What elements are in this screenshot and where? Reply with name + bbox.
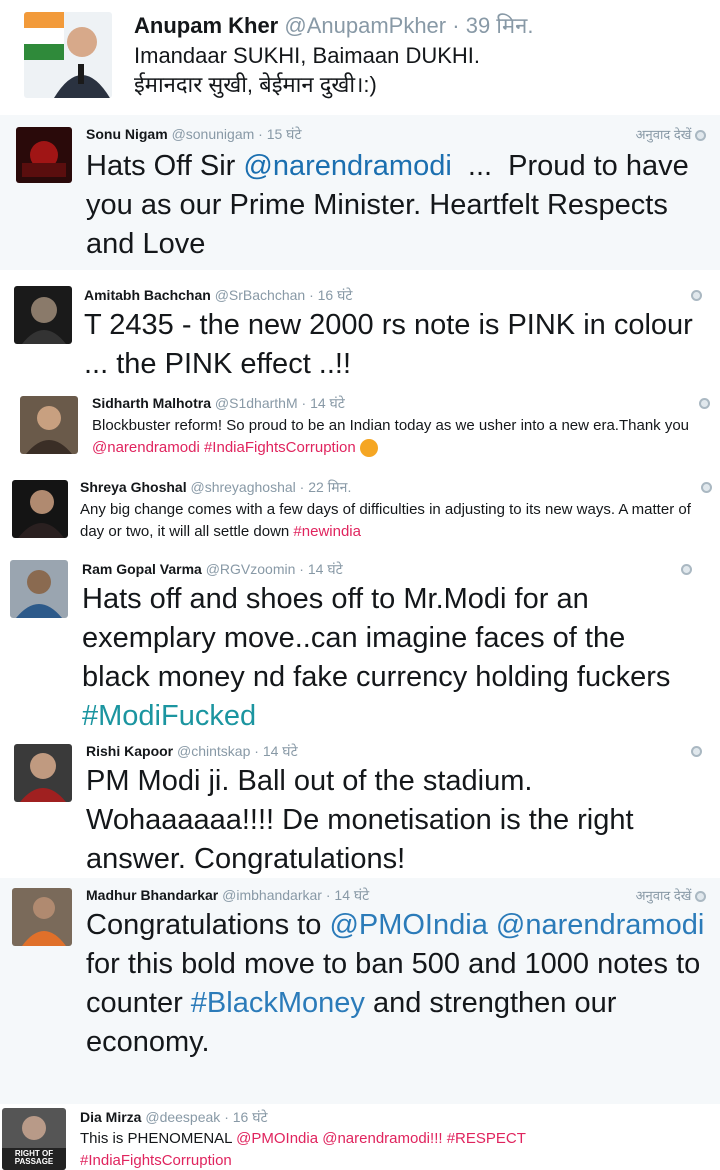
tweet-text-line: Imandaar SUKHI, Baimaan DUKHI. — [134, 43, 481, 68]
mention-link[interactable]: @narendramodi — [322, 1130, 430, 1147]
tweet-time[interactable]: 14 घंटे — [334, 887, 369, 903]
hashtag-link[interactable]: #ModiFucked — [82, 700, 256, 732]
author-name[interactable]: Amitabh Bachchan — [84, 287, 211, 303]
author-name[interactable]: Dia Mirza — [80, 1109, 141, 1125]
avatar[interactable] — [10, 560, 68, 618]
translate-link[interactable]: अनुवाद देखें — [636, 886, 706, 904]
author-handle[interactable]: @deespeak — [145, 1109, 220, 1125]
avatar-image — [12, 888, 72, 946]
tweet-anupam-kher[interactable]: Anupam Kher @AnupamPkher · 39 मिन. Imand… — [0, 0, 720, 112]
tweet-time[interactable]: 16 घंटे — [318, 287, 353, 303]
author-handle[interactable]: @shreyaghoshal — [190, 479, 295, 495]
mention-link[interactable]: @PMOIndia — [329, 909, 487, 941]
tweet-text: Any big change comes with a few days of … — [80, 501, 696, 540]
tweet-text: Congratulations to — [86, 909, 330, 941]
tweet-amitabh-bachchan[interactable]: Amitabh Bachchan @SrBachchan · 16 घंटे T… — [0, 276, 720, 384]
tweet-text: Hats off and shoes off to Mr.Modi for an… — [82, 583, 679, 693]
avatar-image — [24, 12, 112, 98]
author-name[interactable]: Shreya Ghoshal — [80, 479, 187, 495]
tweet-sonu-nigam[interactable]: Sonu Nigam @sonunigam · 15 घंटे अनुवाद द… — [0, 115, 720, 270]
tweet-text-line: ईमानदार सुखी, बेईमान दुखी।:) — [134, 71, 377, 97]
mention-link[interactable]: @narendramodi — [496, 909, 704, 941]
tweet-time[interactable]: 22 मिन. — [308, 479, 351, 495]
globe-icon[interactable] — [681, 564, 692, 575]
tweet-rishi-kapoor[interactable]: Rishi Kapoor @chintskap · 14 घंटे PM Mod… — [0, 738, 720, 876]
hashtag-link[interactable]: #RESPECT — [447, 1130, 526, 1147]
avatar-image — [20, 396, 78, 454]
author-name[interactable]: Sidharth Malhotra — [92, 395, 211, 411]
globe-icon[interactable] — [701, 482, 712, 493]
tweet-text: Hats Off Sir — [86, 150, 244, 182]
tweet-text: This is PHENOMENAL — [80, 1130, 237, 1147]
avatar-caption: RIGHT OF PASSAGE — [14, 1149, 54, 1166]
author-handle[interactable]: @RGVzoomin — [206, 561, 296, 577]
globe-icon[interactable] — [691, 746, 702, 757]
tweet-dia-mirza[interactable]: RIGHT OF PASSAGE Dia Mirza @deespeak · 1… — [0, 1104, 720, 1170]
author-name[interactable]: Ram Gopal Varma — [82, 561, 202, 577]
author-handle[interactable]: @imbhandarkar — [222, 887, 322, 903]
author-handle[interactable]: @chintskap — [177, 743, 250, 759]
globe-icon — [695, 891, 706, 903]
avatar[interactable] — [14, 744, 72, 802]
tweet-time[interactable]: 14 घंटे — [263, 743, 298, 759]
avatar[interactable] — [12, 480, 68, 538]
flexed-biceps-icon — [359, 438, 378, 457]
tweet-text: PM Modi ji. Ball out of the stadium. Woh… — [86, 765, 634, 876]
mention-link[interactable]: @narendramodi — [92, 439, 200, 456]
globe-icon — [695, 130, 706, 142]
mention-link[interactable]: @narendramodi — [243, 150, 451, 182]
tweet-text: Blockbuster reform! So proud to be an In… — [92, 417, 694, 434]
hashtag-link[interactable]: #BlackMoney — [191, 987, 365, 1019]
avatar[interactable] — [24, 12, 112, 98]
hashtag-link[interactable]: #newindia — [293, 523, 361, 540]
author-handle[interactable]: @sonunigam — [172, 126, 255, 142]
avatar[interactable] — [14, 286, 72, 344]
globe-icon[interactable] — [699, 398, 710, 409]
hashtag-link[interactable]: #IndiaFightsCorruption — [80, 1152, 232, 1169]
avatar-image — [14, 744, 72, 802]
avatar[interactable] — [16, 127, 72, 183]
author-handle[interactable]: @AnupamPkher — [284, 13, 446, 38]
mention-link[interactable]: @PMOIndia — [236, 1130, 318, 1147]
hashtag-link[interactable]: #IndiaFightsCorruption — [204, 439, 356, 456]
translate-label[interactable]: अनुवाद देखें — [636, 888, 692, 903]
tweet-time[interactable]: 15 घंटे — [267, 126, 302, 142]
globe-icon[interactable] — [691, 290, 702, 301]
author-name[interactable]: Sonu Nigam — [86, 126, 168, 142]
avatar[interactable] — [12, 888, 72, 946]
author-handle[interactable]: @SrBachchan — [215, 287, 305, 303]
author-name[interactable]: Anupam Kher — [134, 13, 278, 38]
tweet-time[interactable]: 39 मिन. — [466, 13, 534, 38]
avatar-image — [10, 560, 68, 618]
tweet-text: T 2435 - the new 2000 rs note is PINK in… — [84, 309, 693, 381]
tweet-sidharth-malhotra[interactable]: Sidharth Malhotra @S1dharthM · 14 घंटे B… — [10, 388, 720, 460]
tweet-time[interactable]: 14 घंटे — [308, 561, 343, 577]
avatar[interactable]: RIGHT OF PASSAGE — [2, 1108, 66, 1170]
avatar[interactable] — [20, 396, 78, 454]
author-name[interactable]: Madhur Bhandarkar — [86, 887, 218, 903]
avatar-image — [12, 480, 68, 538]
tweet-time[interactable]: 16 घंटे — [233, 1109, 268, 1125]
translate-label[interactable]: अनुवाद देखें — [636, 127, 692, 142]
author-handle[interactable]: @S1dharthM — [215, 395, 298, 411]
avatar-image — [16, 127, 72, 183]
tweet-text: !!! — [430, 1130, 447, 1147]
author-name[interactable]: Rishi Kapoor — [86, 743, 173, 759]
translate-link[interactable]: अनुवाद देखें — [636, 125, 706, 143]
tweet-madhur-bhandarkar[interactable]: Madhur Bhandarkar @imbhandarkar · 14 घंट… — [0, 878, 720, 1104]
avatar-image — [14, 286, 72, 344]
tweet-time[interactable]: 14 घंटे — [310, 395, 345, 411]
tweet-shreya-ghoshal[interactable]: Shreya Ghoshal @shreyaghoshal · 22 मिन. … — [0, 472, 720, 546]
tweet-ram-gopal-varma[interactable]: Ram Gopal Varma @RGVzoomin · 14 घंटे Hat… — [0, 554, 720, 734]
